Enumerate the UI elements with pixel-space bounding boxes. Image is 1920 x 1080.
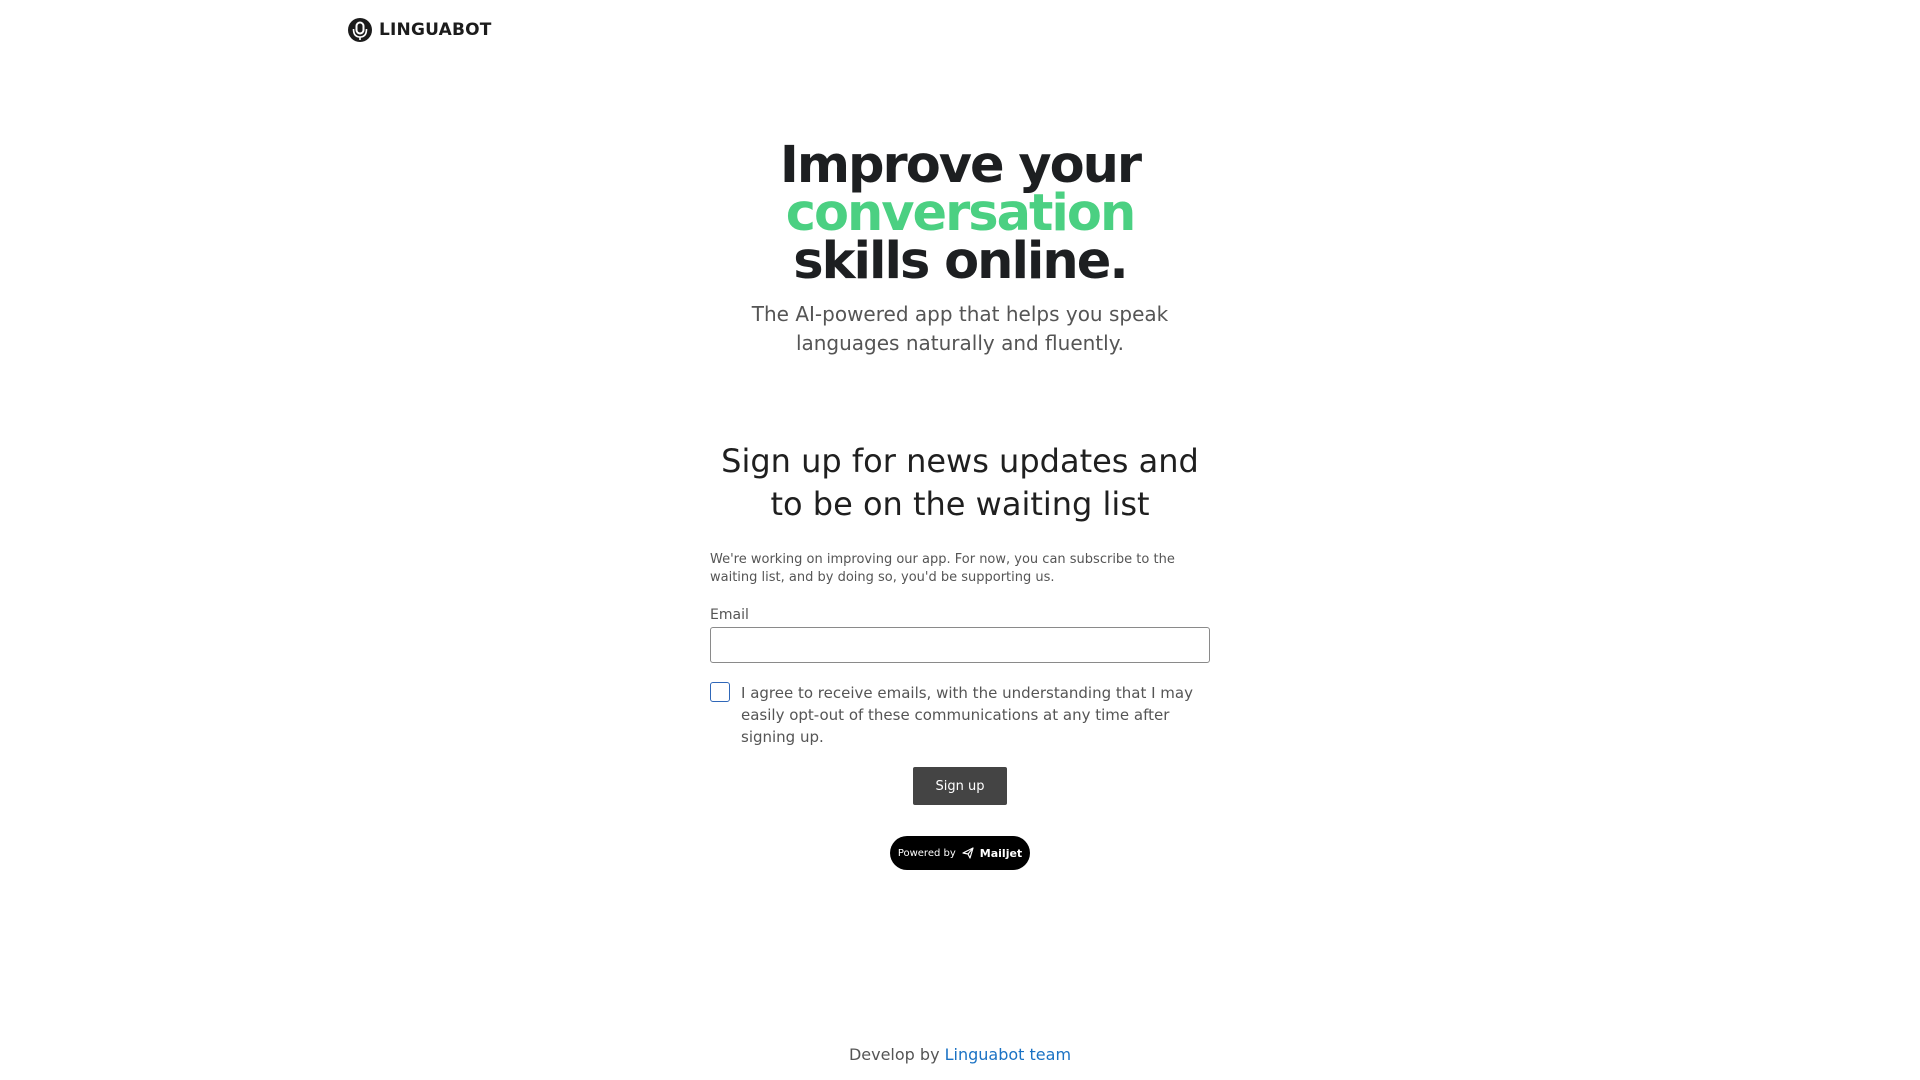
logo[interactable]: LINGUABOT bbox=[347, 17, 492, 43]
hero-section: Improve your conversation skills online.… bbox=[0, 136, 1920, 358]
email-field[interactable] bbox=[710, 627, 1210, 663]
signup-form: Sign up for news updates and to be on th… bbox=[710, 440, 1210, 870]
hero-title: Improve your conversation skills online. bbox=[0, 136, 1920, 291]
microphone-icon bbox=[347, 17, 373, 43]
consent-row: I agree to receive emails, with the unde… bbox=[710, 682, 1210, 748]
hero-title-accent: conversation bbox=[785, 184, 1137, 243]
brand-name: LINGUABOT bbox=[379, 20, 492, 40]
footer-prefix: Develop by bbox=[848, 1045, 945, 1064]
footer-team-link[interactable]: Linguabot team bbox=[945, 1045, 1071, 1064]
signup-description: We're working on improving our app. For … bbox=[710, 552, 1175, 585]
powered-by-brand: Mailjet bbox=[979, 846, 1023, 860]
page: LINGUABOT Improve your conversation skil… bbox=[0, 0, 1920, 1080]
signup-title: Sign up for news updates and to be on th… bbox=[721, 442, 1199, 523]
powered-by-wrapper: Powered by Mailjet bbox=[710, 836, 1210, 870]
consent-checkbox[interactable] bbox=[710, 682, 730, 702]
hero-subtitle: The AI-powered app that helps you speak … bbox=[751, 302, 1169, 355]
consent-text: I agree to receive emails, with the unde… bbox=[741, 684, 1193, 746]
hero-title-line-1: Improve your bbox=[779, 136, 1142, 195]
powered-by-prefix: Powered by bbox=[897, 847, 956, 859]
hero-title-line-3: skills online. bbox=[793, 232, 1128, 291]
powered-by-badge[interactable]: Powered by Mailjet bbox=[890, 836, 1030, 870]
footer: Develop by Linguabot team bbox=[0, 1045, 1920, 1064]
email-label: Email bbox=[710, 607, 749, 623]
paper-plane-icon bbox=[962, 847, 974, 859]
sign-up-button[interactable]: Sign up bbox=[913, 767, 1007, 805]
button-wrapper: Sign up bbox=[710, 767, 1210, 805]
